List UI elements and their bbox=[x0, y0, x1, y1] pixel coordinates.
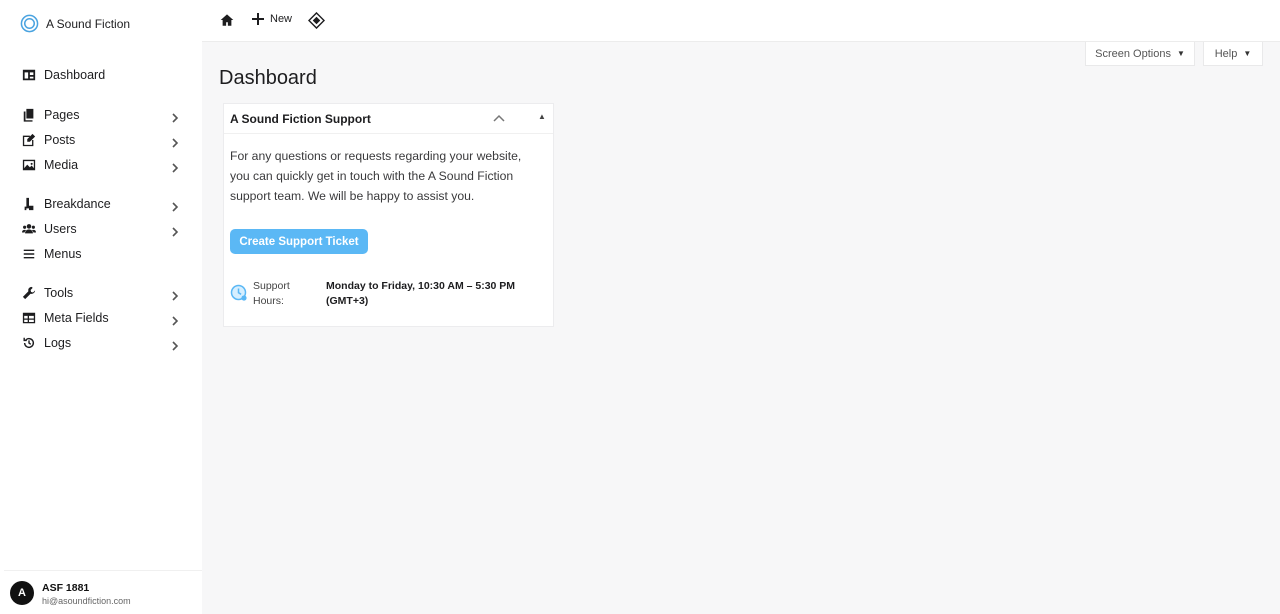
menu-icon bbox=[21, 246, 37, 262]
user-name: ASF 1881 bbox=[42, 582, 90, 594]
sidebar-item-label: Pages bbox=[44, 107, 80, 122]
sidebar-item-tools[interactable]: Tools bbox=[0, 280, 202, 305]
create-support-ticket-button[interactable]: Create Support Ticket bbox=[230, 229, 368, 254]
chevron-right-icon bbox=[171, 160, 179, 173]
sidebar-item-breakdance[interactable]: Breakdance bbox=[0, 191, 202, 216]
collapse-chevron-icon[interactable] bbox=[492, 112, 506, 126]
new-content-button[interactable]: New bbox=[252, 13, 292, 25]
plus-icon bbox=[252, 13, 264, 25]
sidebar-item-menus[interactable]: Menus bbox=[0, 241, 202, 266]
sidebar-item-label: Logs bbox=[44, 335, 72, 350]
support-hours-value: Monday to Friday, 10:30 AM – 5:30 PM (GM… bbox=[326, 280, 516, 307]
sidebar: A Sound Fiction Dashboard Pages Posts Me… bbox=[0, 0, 202, 614]
avatar: A bbox=[10, 581, 34, 605]
page-title: Dashboard bbox=[219, 67, 317, 89]
chevron-right-icon bbox=[171, 224, 179, 237]
breakdance-diamond-icon[interactable] bbox=[308, 12, 325, 29]
sidebar-item-label: Dashboard bbox=[44, 67, 106, 82]
chevron-right-icon bbox=[171, 135, 179, 148]
move-up-icon[interactable]: ▲ bbox=[538, 112, 546, 121]
admin-topbar: New bbox=[202, 0, 1280, 42]
sidebar-item-dashboard[interactable]: Dashboard bbox=[0, 62, 202, 87]
breakdance-icon bbox=[21, 196, 37, 212]
sidebar-item-pages[interactable]: Pages bbox=[0, 102, 202, 127]
home-icon[interactable] bbox=[220, 13, 234, 27]
sidebar-item-label: Menus bbox=[44, 246, 82, 261]
support-widget: A Sound Fiction Support ▲ For any questi… bbox=[223, 103, 554, 327]
user-profile[interactable]: A ASF 1881 hi@asoundfiction.com bbox=[4, 570, 202, 614]
sidebar-item-label: Tools bbox=[44, 285, 74, 300]
screen-options-label: Screen Options bbox=[1095, 47, 1171, 60]
sidebar-item-label: Meta Fields bbox=[44, 310, 109, 325]
widget-title: A Sound Fiction Support bbox=[230, 112, 371, 126]
sidebar-item-logs[interactable]: Logs bbox=[0, 330, 202, 355]
sidebar-item-label: Breakdance bbox=[44, 196, 111, 211]
support-hours-label: Support Hours: bbox=[253, 280, 290, 307]
clock-icon bbox=[230, 284, 247, 301]
user-email: hi@asoundfiction.com bbox=[42, 596, 131, 606]
caret-down-icon: ▼ bbox=[1243, 49, 1252, 58]
sidebar-item-media[interactable]: Media bbox=[0, 152, 202, 177]
wrench-icon bbox=[21, 285, 37, 301]
chevron-right-icon bbox=[171, 199, 179, 212]
help-label: Help bbox=[1214, 47, 1238, 60]
help-button[interactable]: Help ▼ bbox=[1203, 42, 1263, 66]
sidebar-item-label: Users bbox=[44, 221, 77, 236]
table-icon bbox=[21, 310, 37, 326]
edit-icon bbox=[21, 132, 37, 148]
logo-icon bbox=[20, 14, 39, 33]
sidebar-item-users[interactable]: Users bbox=[0, 216, 202, 241]
widget-header: A Sound Fiction Support ▲ bbox=[224, 104, 553, 134]
pages-icon bbox=[21, 107, 37, 123]
caret-down-icon: ▼ bbox=[1176, 49, 1185, 58]
image-icon bbox=[21, 157, 37, 173]
screen-options-button[interactable]: Screen Options ▼ bbox=[1085, 42, 1195, 66]
sidebar-item-label: Posts bbox=[44, 132, 76, 147]
chevron-right-icon bbox=[171, 313, 179, 326]
history-icon bbox=[21, 335, 37, 351]
chevron-right-icon bbox=[171, 110, 179, 123]
sidebar-item-meta-fields[interactable]: Meta Fields bbox=[0, 305, 202, 330]
sidebar-item-posts[interactable]: Posts bbox=[0, 127, 202, 152]
new-label: New bbox=[270, 13, 293, 25]
brand-name: A Sound Fiction bbox=[46, 16, 131, 31]
widget-description: For any questions or requests regarding … bbox=[230, 149, 522, 203]
chevron-right-icon bbox=[171, 338, 179, 351]
users-icon bbox=[21, 221, 37, 237]
brand-logo[interactable]: A Sound Fiction bbox=[20, 14, 130, 33]
dashboard-icon bbox=[21, 67, 37, 83]
chevron-right-icon bbox=[171, 288, 179, 301]
sidebar-item-label: Media bbox=[44, 157, 79, 172]
